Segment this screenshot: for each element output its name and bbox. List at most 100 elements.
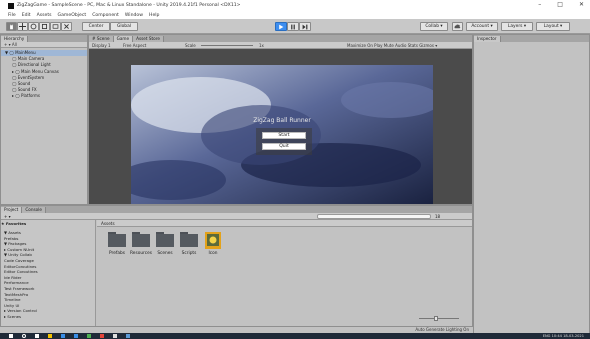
project-tree-item[interactable]: Prefabs <box>1 236 95 241</box>
pivot-center-toggle[interactable]: Center <box>82 22 110 31</box>
project-tree-item[interactable]: ▸ Custom NUnit <box>1 247 95 252</box>
project-tree-item[interactable]: Ide Rider <box>1 275 95 280</box>
inspector-tabstrip: Inspector <box>474 35 589 42</box>
hierarchy-item[interactable]: ◯ EventSystem <box>1 75 87 81</box>
maximize-button[interactable]: □ <box>557 1 563 8</box>
icon-size-slider[interactable] <box>419 316 459 321</box>
menu-gameobject[interactable]: GameObject <box>58 13 87 18</box>
windows-start-icon[interactable] <box>9 334 13 338</box>
project-tree-item[interactable]: ▸ Scenes <box>1 314 95 319</box>
window-title: ZigZagGame - SampleScene - PC, Mac & Lin… <box>17 3 241 8</box>
minimize-button[interactable]: – <box>538 1 541 8</box>
assets-breadcrumb[interactable]: Assets <box>97 220 472 227</box>
move-tool-button[interactable] <box>17 22 28 31</box>
hierarchy-item[interactable]: ◯ Sound <box>1 81 87 87</box>
project-tree-item[interactable]: ▸ Version Control <box>1 308 95 313</box>
aspect-dropdown[interactable]: Free Aspect <box>123 43 146 48</box>
scale-tool-button[interactable] <box>39 22 50 31</box>
hierarchy-item[interactable]: ▼ ◯ MainMenu <box>1 50 87 56</box>
rect-tool-button[interactable] <box>50 22 61 31</box>
quit-button[interactable]: Quit <box>262 143 306 150</box>
cloud-button[interactable] <box>452 22 463 31</box>
project-tree-item[interactable]: Timeline <box>1 297 95 302</box>
game-title-text: ZigZag Ball Runner <box>253 117 311 124</box>
step-button[interactable] <box>299 22 311 31</box>
store-icon[interactable] <box>74 334 78 338</box>
scale-icon <box>41 23 48 30</box>
project-tree-item[interactable]: Code Coverage <box>1 258 95 263</box>
menu-edit[interactable]: Edit <box>22 13 31 18</box>
transform-tool-button[interactable] <box>61 22 72 31</box>
image-asset-icon <box>204 232 222 249</box>
account-dropdown[interactable]: Account ▾ <box>466 22 498 31</box>
hierarchy-search[interactable]: + ▾ All <box>1 42 87 48</box>
game-view: ZigZag Ball Runner Start Quit <box>89 49 472 204</box>
hierarchy-item[interactable]: ▸ ◯ Main Menu Canvas <box>1 69 87 75</box>
menu-component[interactable]: Component <box>92 13 119 18</box>
collab-label: Collab ▾ <box>425 24 443 29</box>
pivot-label: Center <box>88 24 104 29</box>
space-label: Global <box>116 24 131 29</box>
global-space-toggle[interactable]: Global <box>110 22 138 31</box>
menu-file[interactable]: File <box>8 13 16 18</box>
app-icon[interactable] <box>126 334 130 338</box>
project-tree-item[interactable]: ▼ Assets <box>1 230 95 235</box>
hierarchy-item[interactable]: ◯ Main Camera <box>1 56 87 62</box>
start-button[interactable]: Start <box>262 132 306 139</box>
rotate-icon <box>30 23 37 30</box>
window-titlebar: ZigZagGame - SampleScene - PC, Mac & Lin… <box>0 0 590 11</box>
asset-item[interactable]: Icon <box>199 232 227 256</box>
project-tree-item[interactable]: TextMeshPro <box>1 292 95 297</box>
asset-count-label: 18 <box>435 214 441 219</box>
hand-tool-button[interactable] <box>6 22 17 31</box>
game-render-area[interactable]: ZigZag Ball Runner Start Quit <box>131 65 433 204</box>
project-tree-item[interactable]: ▼ Unity Collab <box>1 252 95 257</box>
project-tree-item[interactable]: ▼ Packages <box>1 241 95 246</box>
display-dropdown[interactable]: Display 1 <box>92 43 111 48</box>
project-tree-item[interactable]: Editor Coroutines <box>1 269 95 274</box>
scale-value: 1x <box>259 43 264 48</box>
hierarchy-item[interactable]: ▸ ◯ Platforms <box>1 93 87 99</box>
hierarchy-item[interactable]: ◯ Directional Light <box>1 62 87 68</box>
scale-label: Scale <box>185 43 196 48</box>
file-explorer-icon[interactable] <box>48 334 52 338</box>
search-icon[interactable] <box>22 334 26 338</box>
pause-icon <box>291 24 295 29</box>
step-icon <box>302 24 308 29</box>
close-button[interactable]: ✕ <box>579 1 584 8</box>
account-label: Account ▾ <box>471 24 493 29</box>
layers-dropdown[interactable]: Layers ▾ <box>501 22 533 31</box>
task-view-icon[interactable] <box>35 334 39 338</box>
rect-tool-icon <box>52 24 59 29</box>
icon-size-slider-knob[interactable] <box>434 316 438 321</box>
tab-inspector[interactable]: Inspector <box>474 36 501 42</box>
play-button[interactable] <box>275 22 287 31</box>
hand-icon <box>10 24 13 30</box>
menu-window[interactable]: Window <box>125 13 143 18</box>
scale-slider[interactable] <box>201 45 253 46</box>
project-tree-item[interactable]: Test Framework <box>1 286 95 291</box>
project-tree-item[interactable]: EditorCoroutines <box>1 264 95 269</box>
project-tree-item[interactable]: Performance <box>1 280 95 285</box>
app-icon[interactable] <box>100 334 104 338</box>
create-asset-button[interactable]: + ▾ <box>4 214 11 219</box>
menu-assets[interactable]: Assets <box>37 13 52 18</box>
collab-dropdown[interactable]: Collab ▾ <box>420 22 448 31</box>
pause-button[interactable] <box>287 22 299 31</box>
project-search-input[interactable] <box>317 214 431 219</box>
project-tree-item[interactable]: Unity UI <box>1 303 95 308</box>
favorites-header[interactable]: ★ Favorites <box>1 221 95 226</box>
os-taskbar: ENG 10:44 18-03-2021 <box>0 333 590 339</box>
transform-icon <box>64 24 69 29</box>
menu-help[interactable]: Help <box>149 13 159 18</box>
chrome-icon[interactable] <box>87 334 91 338</box>
hierarchy-item[interactable]: ◯ Sound FX <box>1 87 87 93</box>
mail-icon[interactable] <box>61 334 65 338</box>
unity-icon[interactable] <box>113 334 117 338</box>
game-view-options[interactable]: Maximize On Play Mute Audio Stats Gizmos… <box>347 43 437 48</box>
layout-dropdown[interactable]: Layout ▾ <box>536 22 570 31</box>
rotate-tool-button[interactable] <box>28 22 39 31</box>
project-panel: Project Console + ▾ 18 ★ Favorites ▼ Ass… <box>0 205 473 327</box>
system-tray: ENG 10:44 18-03-2021 <box>542 334 584 338</box>
status-text: Auto Generate Lighting On <box>415 327 469 332</box>
